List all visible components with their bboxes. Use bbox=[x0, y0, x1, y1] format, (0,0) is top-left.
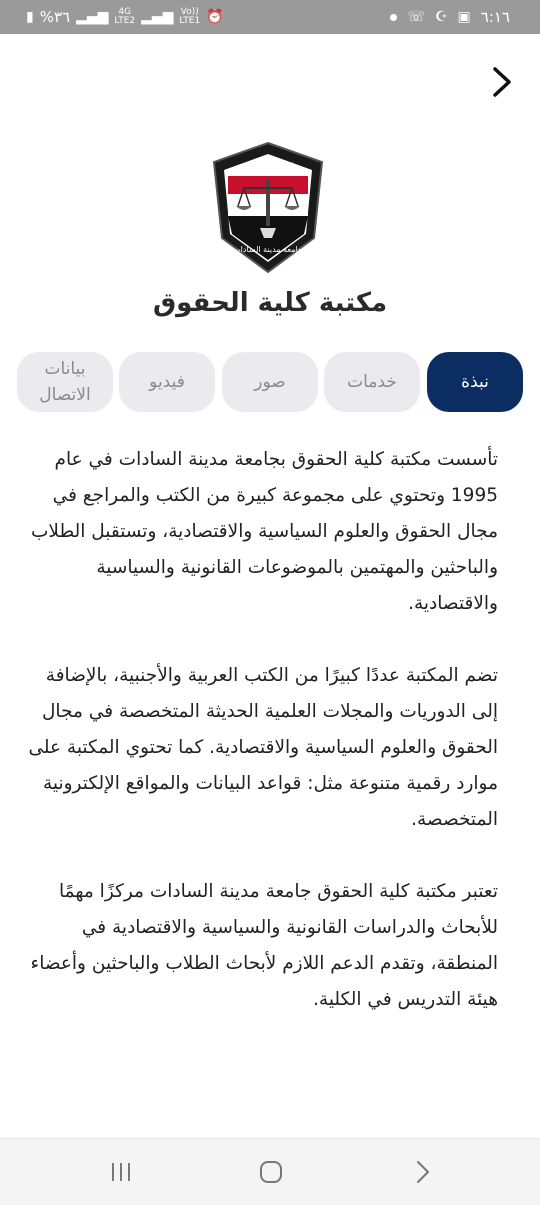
about-paragraph-3: تعتبر مكتبة كلية الحقوق جامعة مدينة السا… bbox=[30, 881, 499, 1010]
network-2-sim: LTE1 bbox=[179, 16, 201, 26]
back-button[interactable] bbox=[486, 62, 518, 102]
logo-top-text: كلية الحقوق bbox=[243, 162, 293, 173]
shield-logo-icon: كلية الحقوق جامعة مدينة السادات bbox=[212, 141, 324, 274]
gallery-icon: ▣ bbox=[457, 9, 471, 25]
battery-icon: ▮ bbox=[26, 9, 34, 25]
tab-videos-label: فيديو bbox=[149, 372, 185, 392]
alarm-icon: ⏰ bbox=[206, 9, 224, 25]
network-1-sim: LTE2 bbox=[114, 16, 136, 26]
about-paragraph-1: تأسست مكتبة كلية الحقوق بجامعة مدينة الس… bbox=[30, 449, 498, 614]
network-indicator-2: Vo)) LTE1 bbox=[179, 8, 200, 26]
status-left: ▮ %٣٦ ▂▄▆ 4G LTE2 ▂▄▆ Vo)) LTE1 ⏰ bbox=[26, 8, 224, 27]
chevron-right-icon bbox=[493, 67, 511, 97]
tab-about-label: نبذة bbox=[461, 372, 489, 392]
page-title: مكتبة كلية الحقوق bbox=[152, 288, 388, 318]
mosque-icon: ☪ bbox=[434, 9, 448, 25]
tab-services[interactable]: خدمات bbox=[324, 352, 420, 412]
network-indicator-1: 4G LTE2 bbox=[114, 8, 135, 26]
status-bar: ▮ %٣٦ ▂▄▆ 4G LTE2 ▂▄▆ Vo)) LTE1 ⏰ ☏ ☪ ▣ … bbox=[0, 0, 540, 34]
tab-bar: نبذة خدمات صور فيديو بيانات الاتصال bbox=[0, 352, 540, 414]
system-nav-bar bbox=[0, 1138, 540, 1205]
status-right: ☏ ☪ ▣ ٦:١٦ bbox=[390, 8, 510, 26]
about-content: تأسست مكتبة كلية الحقوق بجامعة مدينة الس… bbox=[28, 442, 498, 1054]
battery-percent: %٣٦ bbox=[39, 8, 71, 26]
tab-contact-info-label: بيانات الاتصال bbox=[39, 359, 91, 405]
nav-back-icon bbox=[417, 1161, 429, 1183]
home-icon bbox=[260, 1161, 282, 1183]
about-paragraph-2: تضم المكتبة عددًا كبيرًا من الكتب العربي… bbox=[28, 665, 498, 830]
tab-photos-label: صور bbox=[254, 372, 286, 392]
signal-icon: ▂▄▆ bbox=[76, 9, 109, 25]
status-time: ٦:١٦ bbox=[480, 8, 510, 26]
tab-contact-info[interactable]: بيانات الاتصال bbox=[17, 352, 113, 412]
whatsapp-icon: ☏ bbox=[407, 9, 425, 25]
recents-icon bbox=[112, 1163, 130, 1181]
tab-about[interactable]: نبذة bbox=[427, 352, 523, 412]
logo-bottom-text: جامعة مدينة السادات bbox=[233, 245, 303, 254]
tab-services-label: خدمات bbox=[347, 372, 397, 392]
home-button[interactable] bbox=[256, 1159, 286, 1185]
tab-videos[interactable]: فيديو bbox=[119, 352, 215, 412]
signal-icon-2: ▂▄▆ bbox=[141, 9, 174, 25]
nav-back-button[interactable] bbox=[408, 1159, 438, 1185]
faculty-logo: كلية الحقوق جامعة مدينة السادات bbox=[210, 140, 326, 275]
notification-dot-icon bbox=[390, 13, 398, 21]
recents-button[interactable] bbox=[106, 1159, 136, 1185]
tab-photos[interactable]: صور bbox=[222, 352, 318, 412]
